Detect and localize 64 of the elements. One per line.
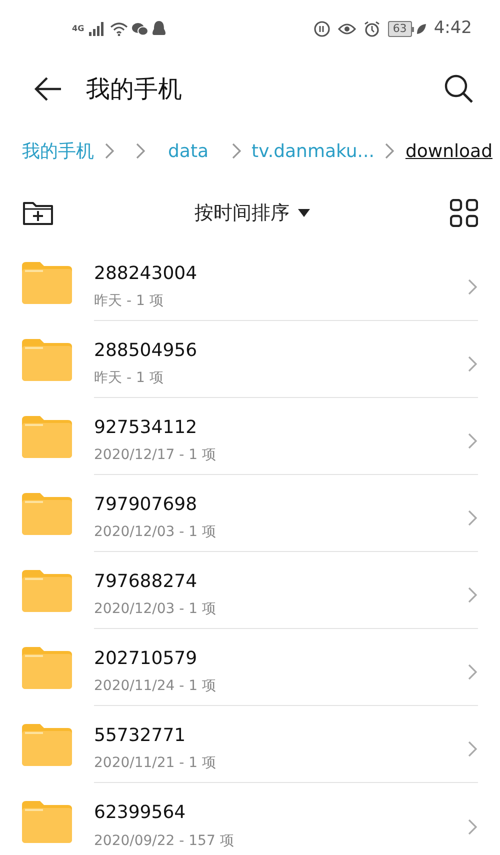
folder-details: 2020/12/17 - 1 项 xyxy=(94,446,216,466)
folder-row[interactable]: 55732771 2020/11/21 - 1 项 xyxy=(0,706,500,783)
folder-details: 2020/11/21 - 1 项 xyxy=(94,754,216,774)
folder-icon xyxy=(22,724,72,766)
network-label: 4G xyxy=(72,25,84,33)
eye-icon xyxy=(338,23,356,35)
folder-icon xyxy=(22,800,72,842)
chat-icon xyxy=(132,22,148,36)
search-button[interactable] xyxy=(444,74,474,104)
caret-icon xyxy=(298,209,310,217)
chevron-icon xyxy=(467,586,478,604)
leaf-icon xyxy=(412,23,426,35)
folder-icon xyxy=(22,338,72,380)
folder-name: 55732771 xyxy=(94,724,187,748)
folder-name: 288243004 xyxy=(94,262,198,286)
chevron-icon xyxy=(135,142,146,160)
current-folder[interactable]: download xyxy=(405,138,492,164)
battery-level: 63 xyxy=(388,21,412,37)
folder-name: 202710579 xyxy=(94,646,198,670)
folder-row[interactable]: 62399564 2020/09/22 - 157 项 xyxy=(0,783,500,855)
chevron-icon xyxy=(467,355,478,373)
chevron-icon xyxy=(467,818,478,836)
chevron-icon xyxy=(467,740,478,758)
folder-details: 2020/09/22 - 157 项 xyxy=(94,832,234,851)
search-icon xyxy=(444,74,474,104)
folder-name: 288504956 xyxy=(94,338,198,362)
folder-icon xyxy=(22,646,72,688)
chevron-icon xyxy=(384,142,396,160)
folder-name: 797907698 xyxy=(94,492,198,516)
folder-icon xyxy=(22,570,72,612)
clock: 4:42 xyxy=(434,17,472,40)
folder-details: 昨天 - 1 项 xyxy=(94,369,164,388)
wifi-icon xyxy=(110,22,128,36)
folder-row[interactable]: 797688274 2020/12/03 - 1 项 xyxy=(0,552,500,629)
folder-row[interactable]: 288243004 昨天 - 1 项 xyxy=(0,244,500,321)
folder-name: 927534112 xyxy=(94,416,198,440)
grid-view-icon[interactable] xyxy=(450,199,478,227)
chevron-icon xyxy=(104,142,115,160)
folder-name: 797688274 xyxy=(94,570,198,594)
alarm-icon xyxy=(364,21,380,37)
folder-details: 2020/12/03 - 1 项 xyxy=(94,523,216,542)
signal-icon xyxy=(88,22,106,36)
sort-dropdown[interactable]: 按时间排序 xyxy=(194,198,310,228)
chevron-icon xyxy=(467,432,478,450)
folder-name: 62399564 xyxy=(94,801,187,825)
chevron-icon xyxy=(467,663,478,681)
folder-details: 2020/11/24 - 1 项 xyxy=(94,677,216,696)
folder-icon xyxy=(22,262,72,304)
back-button[interactable] xyxy=(34,76,62,102)
folder-details: 2020/12/03 - 1 项 xyxy=(94,600,216,620)
folder-details: 昨天 - 1 项 xyxy=(94,292,164,312)
folder-row[interactable]: 797907698 2020/12/03 - 1 项 xyxy=(0,475,500,552)
new-folder-icon[interactable] xyxy=(22,200,54,226)
folder-icon xyxy=(22,492,72,534)
back-icon xyxy=(34,77,62,102)
chevron-icon xyxy=(230,142,242,160)
folder-row[interactable]: 288504956 昨天 - 1 项 xyxy=(0,321,500,398)
folder-row[interactable]: 927534112 2020/12/17 - 1 项 xyxy=(0,398,500,475)
penguin-icon xyxy=(152,21,166,37)
chevron-icon xyxy=(467,509,478,527)
folder-row[interactable]: 202710579 2020/11/24 - 1 项 xyxy=(0,629,500,706)
page-title: 我的手机 xyxy=(86,74,183,105)
folder-icon xyxy=(22,416,72,458)
chevron-icon xyxy=(467,278,478,296)
